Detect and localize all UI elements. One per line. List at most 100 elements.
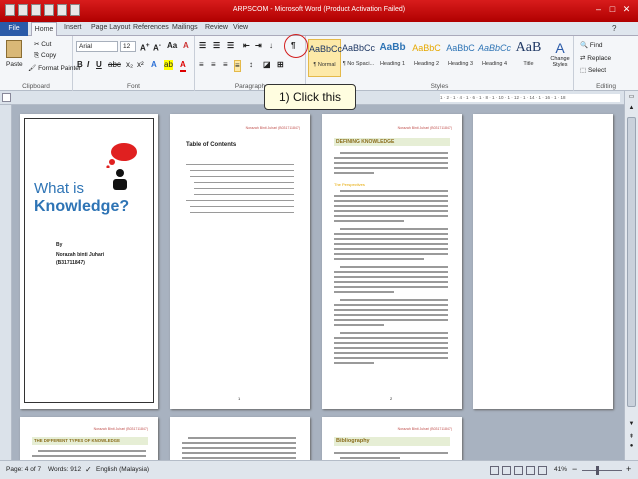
page-cover[interactable]: What is Knowledge? By Norazah binti Juha…: [20, 114, 158, 409]
font-name-select[interactable]: Arial: [76, 41, 118, 52]
tab-file[interactable]: File: [0, 22, 28, 36]
tab-mailings[interactable]: Mailings: [172, 24, 198, 31]
tab-page-layout[interactable]: Page Layout: [91, 24, 130, 31]
tab-home[interactable]: Home: [31, 22, 57, 36]
align-center-icon[interactable]: ≡: [211, 60, 216, 70]
text-line: [334, 243, 448, 245]
toc-entry: [194, 182, 294, 183]
web-layout-icon[interactable]: [514, 466, 523, 475]
italic-button[interactable]: I: [87, 60, 89, 70]
find-button[interactable]: 🔍 Find: [580, 41, 603, 49]
font-size-select[interactable]: 12: [120, 41, 136, 52]
decrease-indent-icon[interactable]: ⇤: [243, 41, 250, 51]
minimize-icon[interactable]: –: [592, 3, 605, 16]
scroll-thumb[interactable]: [627, 117, 636, 407]
font-color-icon[interactable]: A: [180, 60, 186, 72]
help-icon[interactable]: ?: [612, 24, 616, 33]
change-styles-button[interactable]: A Change Styles: [548, 40, 572, 76]
zoom-level[interactable]: 41%: [554, 466, 567, 473]
close-icon[interactable]: ✕: [620, 3, 633, 16]
align-right-icon[interactable]: ≡: [223, 60, 228, 70]
scroll-down-icon[interactable]: ▼: [627, 421, 636, 430]
strikethrough-icon[interactable]: abc: [108, 60, 121, 70]
multilevel-list-icon[interactable]: ☰: [227, 41, 234, 51]
print-layout-icon[interactable]: [490, 466, 499, 475]
scroll-up-icon[interactable]: ▲: [627, 105, 636, 114]
section-heading: DEFINING KNOWLEDGE: [334, 138, 450, 146]
replace-button[interactable]: ⇄ Replace: [580, 54, 611, 62]
page-defining-knowledge[interactable]: Norazah Binti Juhari (B031711847) DEFINI…: [322, 114, 462, 409]
window-title: ARPSCOM - Microsoft Word (Product Activa…: [232, 6, 406, 13]
style-title[interactable]: AaB Title: [512, 39, 545, 77]
section-heading: Bibliography: [334, 437, 450, 446]
thought-cloud-icon: [106, 143, 137, 168]
page-bibliography[interactable]: Norazah Binti Juhari (B031711847) Biblio…: [322, 417, 462, 460]
tab-view[interactable]: View: [233, 24, 248, 31]
change-case-icon[interactable]: Aa: [167, 41, 177, 51]
proofing-icon[interactable]: ✓: [85, 465, 92, 474]
page-header: Norazah Binti Juhari (B031711847): [93, 427, 148, 431]
zoom-slider[interactable]: [582, 470, 622, 471]
word-count[interactable]: Words: 912: [48, 466, 81, 473]
page-types-continued[interactable]: [170, 417, 310, 460]
editing-group: 🔍 Find ⇄ Replace ⬚ Select Editing: [574, 36, 638, 91]
text-line: [182, 457, 296, 459]
page-count[interactable]: Page: 4 of 7: [6, 466, 41, 473]
underline-button[interactable]: U: [96, 60, 102, 70]
vertical-scrollbar[interactable]: ▭ ▲ ▼ ⇞ ●: [624, 91, 638, 460]
style-heading-4[interactable]: AaBbCc Heading 4: [478, 39, 511, 77]
paste-button[interactable]: Paste: [6, 61, 23, 68]
document-workspace[interactable]: What is Knowledge? By Norazah binti Juha…: [0, 105, 624, 460]
text-line: [188, 437, 296, 439]
zoom-out-icon[interactable]: −: [572, 464, 577, 474]
page-blank[interactable]: [473, 114, 613, 409]
zoom-in-icon[interactable]: +: [626, 464, 631, 474]
select-button[interactable]: ⬚ Select: [580, 66, 606, 74]
replace-label: Replace: [587, 55, 612, 62]
bullets-icon[interactable]: ☰: [199, 41, 206, 51]
section-heading: THE DIFFERENT TYPES OF KNOWLEDGE: [32, 437, 148, 445]
tab-selector-icon[interactable]: [2, 93, 11, 102]
highlight-icon[interactable]: ab: [164, 60, 173, 70]
tab-references[interactable]: References: [133, 24, 169, 31]
shrink-font-icon[interactable]: A-: [153, 41, 161, 54]
language[interactable]: English (Malaysia): [96, 466, 149, 473]
tab-insert[interactable]: Insert: [64, 24, 82, 31]
full-screen-reading-icon[interactable]: [502, 466, 511, 475]
superscript-icon[interactable]: x²: [137, 60, 144, 70]
style-heading-1[interactable]: AaBb Heading 1: [376, 39, 409, 77]
shading-icon[interactable]: ◪: [263, 60, 271, 70]
page-toc[interactable]: Norazah Binti Juhari (B031711847) Table …: [170, 114, 310, 409]
borders-icon[interactable]: ⊞: [277, 60, 284, 70]
cut-button[interactable]: ✂ Cut: [34, 40, 51, 48]
zoom-slider-thumb[interactable]: [596, 466, 599, 475]
numbering-icon[interactable]: ☰: [213, 41, 220, 51]
style-sample: AaBbCc: [342, 43, 376, 53]
view-ruler-icon[interactable]: ▭: [627, 93, 636, 102]
copy-button[interactable]: ⎘ Copy: [34, 52, 56, 60]
bold-button[interactable]: B: [77, 60, 83, 70]
text-line: [340, 152, 448, 154]
style-heading-2[interactable]: AaBbC Heading 2: [410, 39, 443, 77]
grow-font-icon[interactable]: A+: [140, 41, 150, 54]
align-left-icon[interactable]: ≡: [199, 60, 204, 70]
outline-icon[interactable]: [526, 466, 535, 475]
text-line: [334, 172, 374, 174]
style-heading-3[interactable]: AaBbC Heading 3: [444, 39, 477, 77]
paste-icon[interactable]: [6, 40, 22, 58]
increase-indent-icon[interactable]: ⇥: [255, 41, 262, 51]
text-effects-icon[interactable]: A: [151, 60, 157, 70]
subscript-icon[interactable]: x₂: [126, 60, 133, 70]
style-no-spacing[interactable]: AaBbCc ¶ No Spaci...: [342, 39, 375, 77]
browse-object-icon[interactable]: ●: [627, 443, 636, 452]
tab-review[interactable]: Review: [205, 24, 228, 31]
draft-icon[interactable]: [538, 466, 547, 475]
justify-icon[interactable]: ≡: [234, 60, 241, 72]
style-normal[interactable]: AaBbCc ¶ Normal: [308, 39, 342, 77]
maximize-icon[interactable]: □: [606, 3, 619, 16]
line-spacing-icon[interactable]: ↕: [249, 60, 253, 70]
clear-formatting-icon[interactable]: A: [183, 41, 189, 51]
previous-page-icon[interactable]: ⇞: [627, 433, 636, 442]
sort-icon[interactable]: ↓: [269, 41, 273, 51]
page-types-of-knowledge[interactable]: Norazah Binti Juhari (B031711847) THE DI…: [20, 417, 158, 460]
